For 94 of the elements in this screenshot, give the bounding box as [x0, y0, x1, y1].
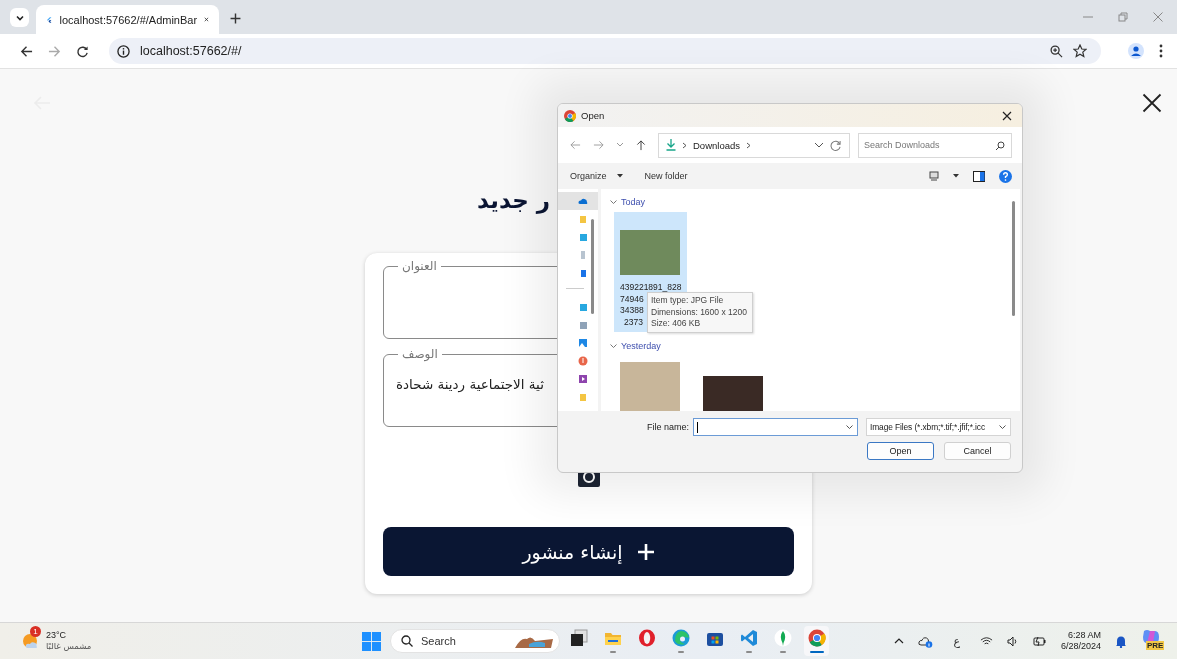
leaf-icon [773, 629, 792, 647]
cancel-button[interactable]: Cancel [944, 442, 1011, 460]
file-name-text: 34388 [620, 305, 644, 317]
scrollbar-thumb[interactable] [591, 219, 594, 314]
drive-icon [578, 320, 588, 330]
plus-icon [636, 542, 655, 561]
location-bar[interactable]: Downloads [658, 132, 850, 158]
cloud-info-icon[interactable] [918, 634, 934, 648]
new-tab-icon[interactable] [230, 13, 241, 24]
speaker-icon[interactable] [1006, 635, 1019, 647]
scrollbar-thumb[interactable] [1012, 201, 1015, 316]
windows-start-icon[interactable] [362, 631, 381, 651]
new-folder-button[interactable]: New folder [644, 171, 688, 181]
search-field[interactable]: Search Downloads [858, 132, 1012, 158]
group-header[interactable]: Yesterday [610, 340, 1020, 352]
temperature-text: 23°C [46, 630, 68, 641]
address-bar[interactable]: localhost:57662/#/ [109, 38, 1101, 64]
code-editor-icon [739, 629, 758, 647]
download-icon [578, 268, 588, 278]
chevron-down-icon [610, 199, 617, 205]
photo-placeholder [620, 362, 680, 411]
group-header[interactable]: Today [610, 196, 1020, 208]
chevron-right-icon [682, 141, 687, 149]
photo-placeholder [703, 376, 763, 411]
view-icon[interactable] [929, 171, 939, 181]
forward-icon[interactable] [593, 140, 604, 150]
download-icon [666, 139, 676, 151]
open-button[interactable]: Open [867, 442, 934, 460]
weather-condition-text: مشمس غالبًا [46, 641, 92, 652]
chrome-logo-icon [564, 109, 576, 122]
chevron-down-icon [846, 424, 853, 430]
chevron-right-icon [746, 141, 751, 149]
zoom-icon[interactable] [1050, 44, 1063, 58]
chevron-down-icon[interactable] [814, 142, 824, 148]
video-icon [578, 374, 588, 384]
search-icon [401, 635, 413, 647]
opera-logo-icon [637, 629, 656, 647]
monitor-icon [578, 232, 588, 242]
preview-pane-icon[interactable] [973, 170, 985, 182]
chevron-down-icon [999, 424, 1006, 430]
wifi-icon[interactable] [979, 636, 993, 646]
page-heading: ر جديد [476, 186, 550, 215]
notification-badge: 1 [30, 626, 41, 637]
close-icon[interactable] [1002, 110, 1012, 121]
copilot-icon[interactable]: PRE [1141, 629, 1165, 653]
url-text: localhost:57662/#/ [140, 44, 242, 58]
nav-item[interactable] [558, 192, 598, 210]
tab-title: localhost:57662/#/AdminBar [59, 13, 198, 26]
create-post-button[interactable]: إنشاء منشور [383, 527, 794, 576]
task-view-icon [569, 629, 588, 647]
refresh-icon[interactable] [830, 139, 841, 151]
organize-button[interactable]: Organize [570, 171, 623, 181]
time-text: 6:28 AM [1067, 630, 1101, 641]
chevron-up-icon[interactable] [894, 638, 905, 644]
back-icon[interactable] [20, 44, 33, 58]
file-name-text: 2373 [624, 316, 643, 328]
preview-badge: PRE [1146, 641, 1165, 650]
file-name-text: 74946 [620, 293, 644, 305]
star-icon[interactable] [1073, 44, 1087, 58]
location-text: Downloads [693, 139, 740, 151]
taskbar-search-field[interactable]: Search [390, 629, 560, 653]
browser-tab[interactable]: localhost:57662/#/AdminBar [36, 5, 219, 34]
music-icon [578, 356, 588, 366]
document-icon [578, 250, 588, 260]
input-language-text[interactable]: ع [953, 634, 960, 648]
close-icon[interactable] [1142, 93, 1162, 113]
bell-icon[interactable] [1115, 634, 1127, 648]
profile-icon[interactable] [1128, 43, 1144, 59]
date-text: 6/28/2024 [1060, 641, 1101, 652]
photo-placeholder [620, 230, 680, 275]
help-icon[interactable] [999, 169, 1012, 183]
folder-icon [578, 214, 588, 224]
file-name-text: 439221891_828 [620, 282, 682, 294]
chevron-down-icon [610, 343, 617, 349]
picture-icon [578, 338, 588, 348]
folder-icon [578, 392, 588, 402]
chrome-logo-icon [807, 629, 826, 647]
reload-icon[interactable] [76, 44, 89, 58]
monitor-icon [578, 302, 588, 312]
file-type-dropdown[interactable]: Image Files (*.xbm;*.tif;*.jfif;*.icc [866, 418, 1011, 436]
caret-icon [616, 174, 623, 178]
close-icon[interactable] [204, 15, 209, 24]
up-arrow-icon[interactable] [636, 139, 646, 151]
caret-icon[interactable] [953, 174, 959, 178]
file-name-input[interactable] [693, 418, 858, 436]
file-name-label: File name: [646, 422, 689, 432]
info-icon [117, 44, 130, 58]
battery-icon[interactable] [1032, 635, 1047, 647]
tab-list-button[interactable] [10, 8, 29, 27]
edge-logo-icon [671, 629, 690, 647]
cloud-icon [578, 196, 588, 206]
menu-icon[interactable] [1159, 44, 1163, 58]
search-icon [995, 140, 1005, 151]
dialog-title: Open [581, 110, 605, 121]
